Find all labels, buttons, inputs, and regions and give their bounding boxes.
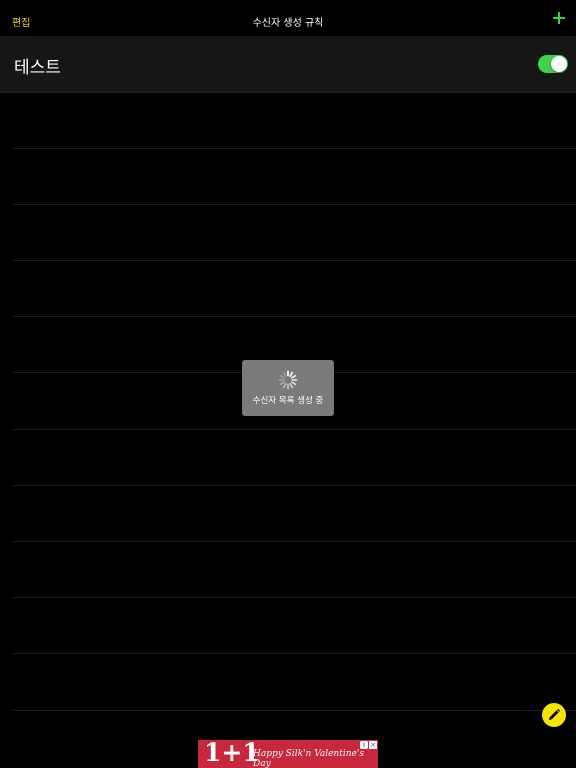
pencil-icon: [549, 708, 561, 720]
list-separator: [13, 541, 576, 542]
toggle-knob: [551, 56, 567, 72]
close-icon[interactable]: ×: [369, 741, 377, 749]
loading-text: 수신자 목록 생성 중: [252, 396, 324, 406]
list-separator: [13, 429, 576, 430]
ad-headline: 1+1: [204, 740, 260, 767]
navigation-bar: 편집 수신자 생성 규칙: [0, 0, 576, 36]
ad-subtitle: Happy Silk'n Valentine's Day: [253, 749, 364, 768]
list-separator: [13, 316, 576, 317]
ad-banner[interactable]: 1+1 Happy Silk'n Valentine's Day i ×: [198, 740, 378, 768]
list-separator: [13, 597, 576, 598]
loading-hud: 수신자 목록 생성 중: [242, 360, 334, 416]
list-separator: [13, 204, 576, 205]
rule-name: 테스트: [14, 58, 61, 78]
list-separator: [13, 148, 576, 149]
spinner-icon: [278, 370, 298, 390]
plus-icon[interactable]: [552, 11, 566, 25]
rule-row[interactable]: 테스트: [0, 36, 576, 93]
list-separator: [13, 653, 576, 654]
rule-enabled-toggle[interactable]: [538, 55, 568, 73]
info-icon[interactable]: i: [360, 741, 368, 749]
page-title: 수신자 생성 규칙: [252, 18, 324, 29]
list-separator: [13, 710, 576, 711]
list-separator: [13, 260, 576, 261]
list-separator: [13, 485, 576, 486]
compose-button[interactable]: [542, 703, 566, 727]
